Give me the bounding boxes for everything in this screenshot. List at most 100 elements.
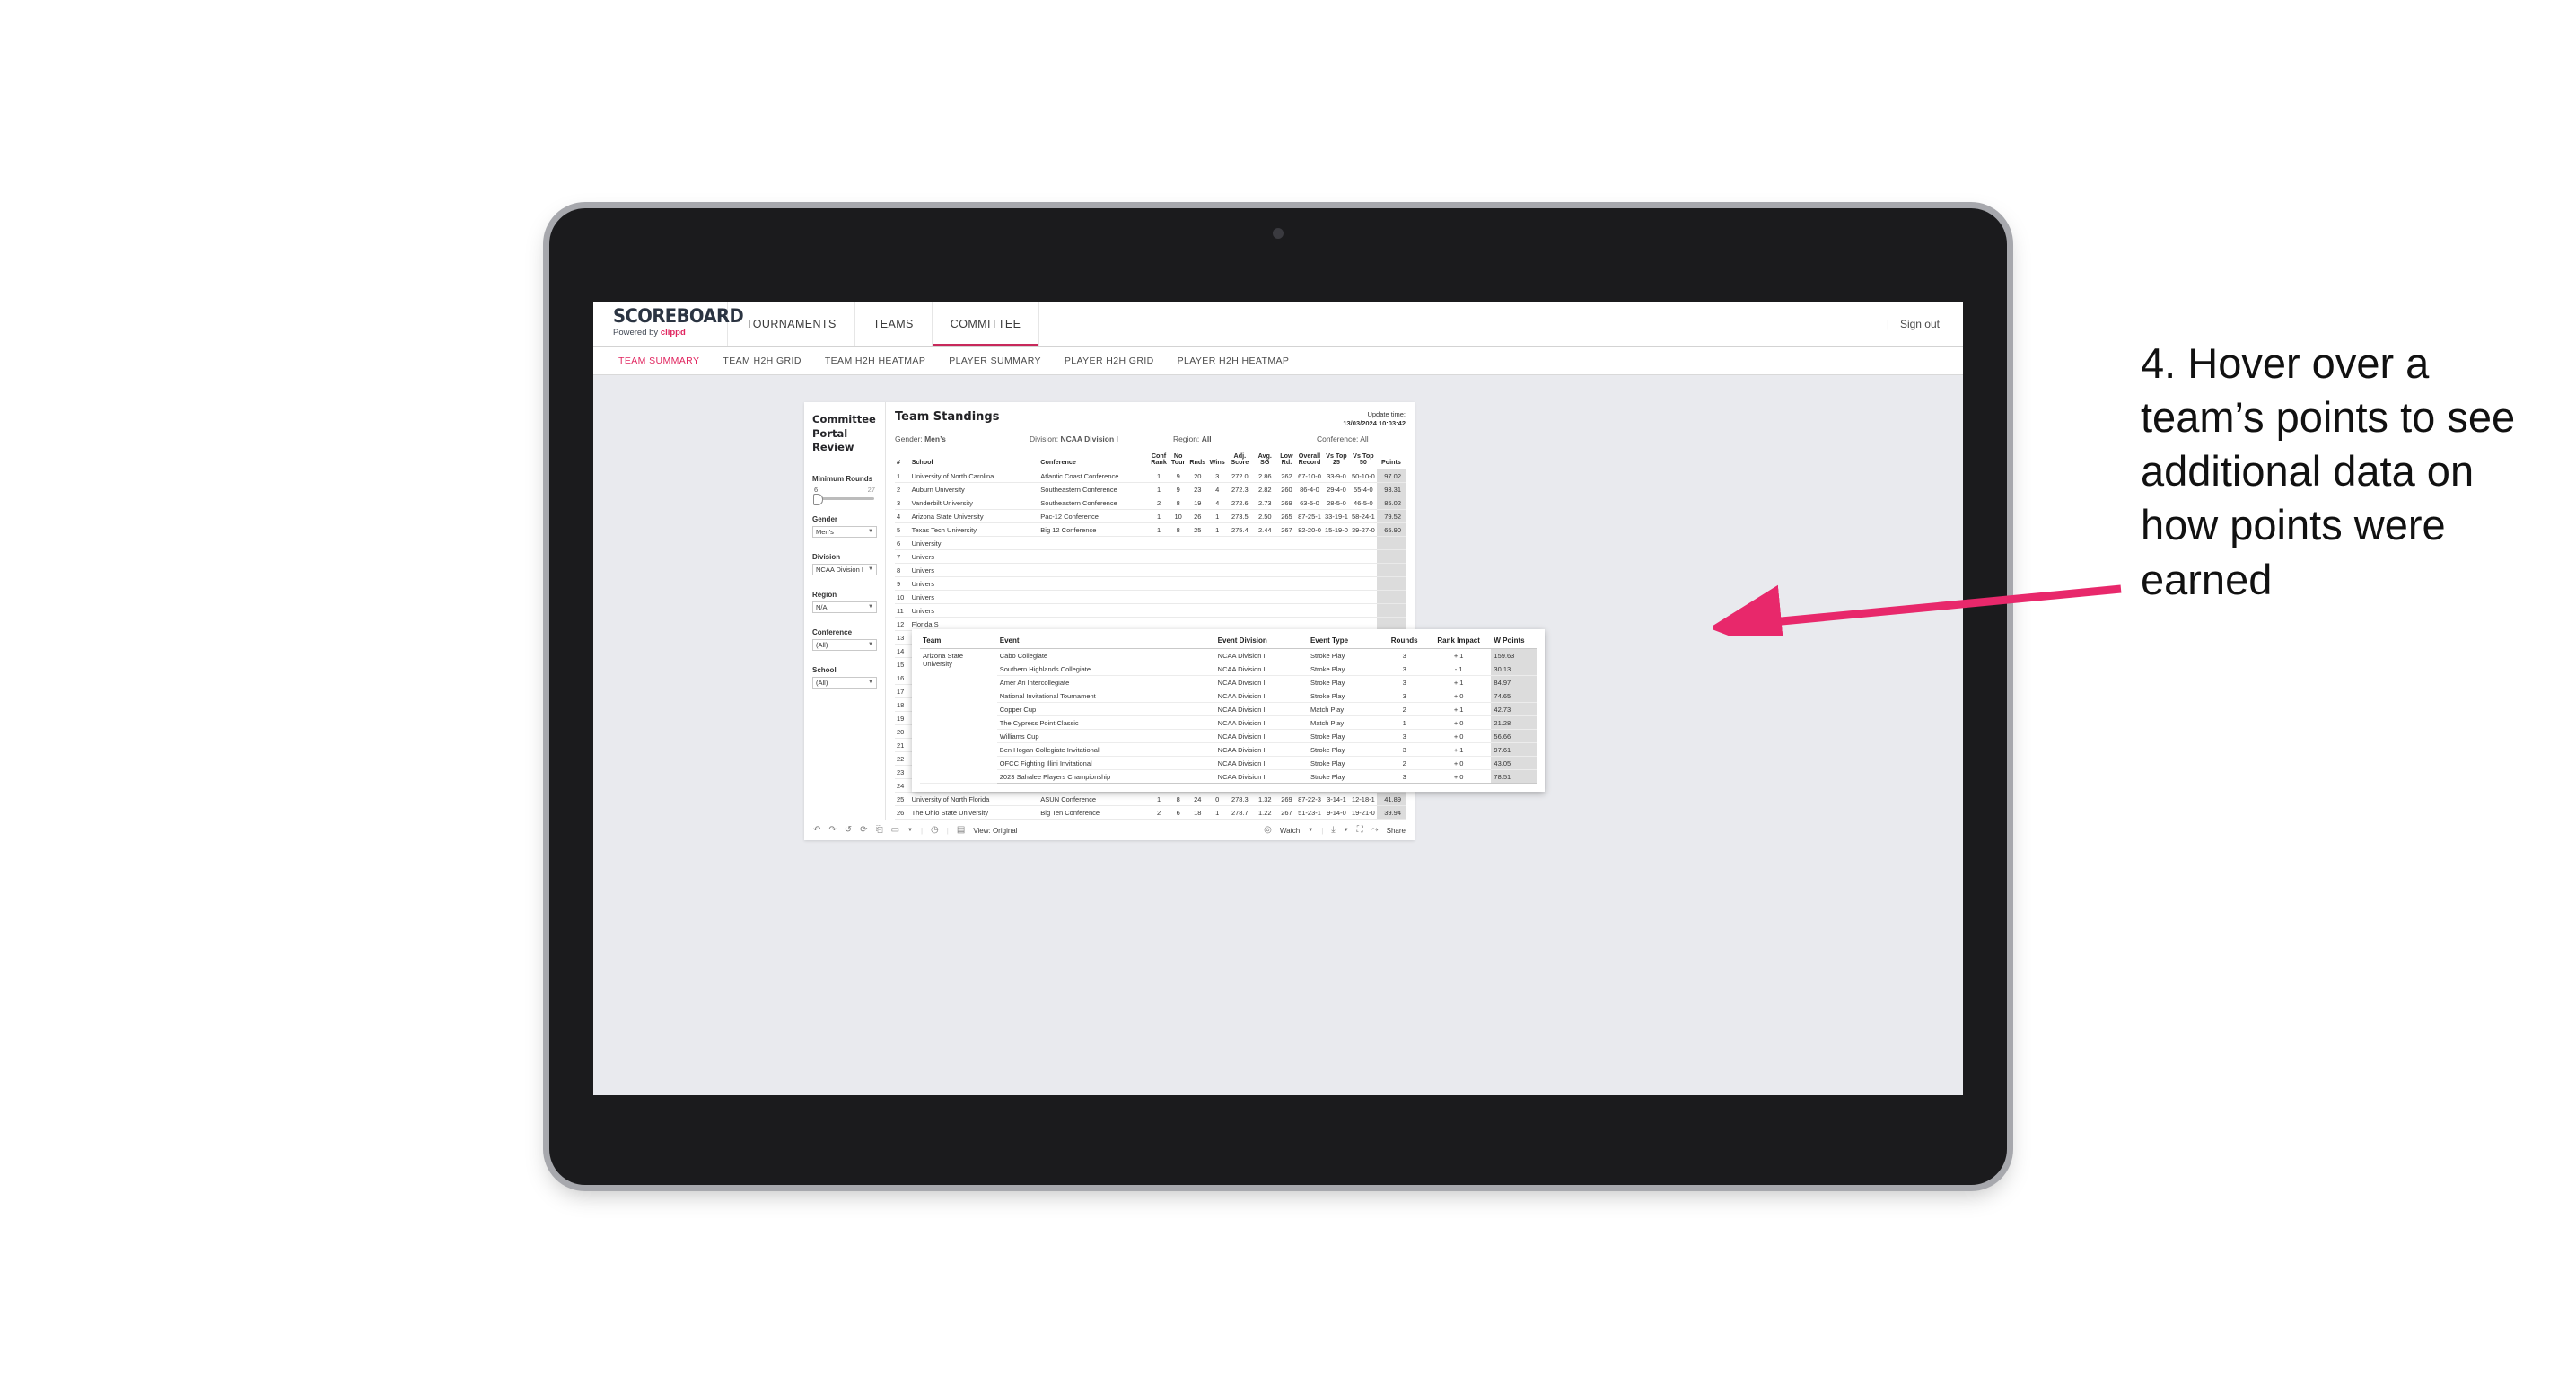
table-row[interactable]: 8 Univers (895, 563, 1406, 578)
pause-icon[interactable]: ⎗ (876, 826, 883, 835)
table-row[interactable]: 11 Univers (895, 603, 1406, 618)
tab-player-h2h-heatmap[interactable]: PLAYER H2H HEATMAP (1178, 355, 1290, 366)
region-select[interactable]: N/A ▼ (812, 601, 877, 613)
view-original-label[interactable]: View: Original (973, 827, 1017, 835)
chevron-down-icon[interactable]: ▼ (1308, 828, 1313, 833)
share-icon[interactable]: ⤳ (1371, 826, 1379, 835)
cell-rank: 12 (895, 617, 910, 632)
col-vs-top-50[interactable]: Vs Top 50 (1349, 451, 1377, 470)
nav-item-tournaments[interactable]: TOURNAMENTS (728, 302, 855, 346)
cell-vs25 (1322, 549, 1350, 565)
table-row[interactable]: 6 University (895, 536, 1406, 551)
tab-team-summary[interactable]: TEAM SUMMARY (618, 355, 699, 366)
revert-icon[interactable]: ↺ (845, 826, 852, 835)
table-row[interactable]: 7 Univers (895, 549, 1406, 565)
table-row[interactable]: 10 Univers (895, 590, 1406, 605)
undo-icon[interactable]: ↶ (813, 826, 820, 835)
table-row[interactable]: 5 Texas Tech University Big 12 Conference 1… (895, 522, 1406, 538)
sign-out-link[interactable]: Sign out (1900, 318, 1940, 330)
col-no-tour[interactable]: No Tour (1168, 451, 1188, 470)
col-conf-rank[interactable]: Conf Rank (1149, 451, 1169, 470)
refresh-icon[interactable]: ⟳ (860, 826, 867, 835)
school-select[interactable]: (All) ▼ (812, 676, 877, 689)
col-rank[interactable]: # (895, 451, 910, 470)
table-row[interactable]: 1 University of North Carolina Atlantic Co… (895, 469, 1406, 484)
tt-cell-w-points: 30.13 (1491, 662, 1537, 676)
cell-conf_rank (1149, 590, 1169, 605)
cell-no_tour (1168, 563, 1188, 578)
cell-conf_rank (1149, 549, 1169, 565)
power-button[interactable] (659, 202, 745, 208)
col-adj-score[interactable]: Adj. Score (1227, 451, 1253, 470)
nav-item-teams[interactable]: TEAMS (855, 302, 933, 346)
cell-points[interactable]: 97.02 (1376, 469, 1406, 484)
slider-handle[interactable] (813, 493, 823, 505)
device-layout-icon[interactable]: ▭ (891, 826, 899, 835)
col-vs-top-25[interactable]: Vs Top 25 (1322, 451, 1350, 470)
tt-cell-event-type: Stroke Play (1307, 675, 1383, 689)
minimum-rounds-slider[interactable] (813, 493, 874, 505)
cell-points[interactable]: 65.90 (1376, 522, 1406, 538)
table-row[interactable]: 2 Auburn University Southeastern Conferenc… (895, 482, 1406, 497)
table-row[interactable]: 26 The Ohio State University Big Ten Confe… (895, 805, 1406, 820)
volume-down-button[interactable] (846, 202, 894, 208)
view-original-icon[interactable]: ▤ (957, 826, 965, 835)
cell-points[interactable] (1376, 590, 1406, 605)
side-button-1[interactable] (543, 567, 549, 627)
gender-select[interactable]: Men’s ▼ (812, 525, 877, 538)
tab-player-summary[interactable]: PLAYER SUMMARY (949, 355, 1041, 366)
cell-points[interactable]: 41.89 (1376, 792, 1406, 807)
cell-points[interactable] (1376, 576, 1406, 592)
cell-rank: 26 (895, 805, 910, 820)
tab-team-h2h-heatmap[interactable]: TEAM H2H HEATMAP (825, 355, 925, 366)
cell-points[interactable]: 79.52 (1376, 509, 1406, 524)
col-conference[interactable]: Conference (1038, 451, 1150, 470)
tab-player-h2h-grid[interactable]: PLAYER H2H GRID (1065, 355, 1154, 366)
side-button-2[interactable] (543, 657, 549, 693)
side-button-3[interactable] (543, 711, 549, 747)
volume-up-button[interactable] (783, 202, 831, 208)
nav-item-committee[interactable]: COMMITTEE (933, 302, 1040, 346)
tt-cell-rank-impact: - 1 (1425, 662, 1492, 676)
conference-select[interactable]: (All) ▼ (812, 638, 877, 651)
cell-conf_rank: 1 (1149, 509, 1169, 524)
update-time: Update time: 13/03/2024 10:03:42 (1343, 410, 1406, 428)
chevron-down-icon[interactable]: ▼ (1344, 828, 1349, 833)
chevron-down-icon[interactable]: ▼ (907, 828, 913, 833)
table-row[interactable]: 25 University of North Florida ASUN Confer… (895, 792, 1406, 807)
col-rnds[interactable]: Rnds (1187, 451, 1208, 470)
cell-points[interactable]: 85.02 (1376, 496, 1406, 511)
col-overall-record[interactable]: Overall Record (1296, 451, 1323, 470)
col-low-rd[interactable]: Low Rd. (1276, 451, 1297, 470)
col-wins[interactable]: Wins (1207, 451, 1228, 470)
share-label[interactable]: Share (1387, 827, 1406, 835)
col-school[interactable]: School (909, 451, 1039, 470)
cell-points[interactable] (1376, 536, 1406, 551)
cell-rank: 1 (895, 469, 910, 484)
col-points[interactable]: Points (1376, 451, 1406, 470)
cell-points[interactable]: 93.31 (1376, 482, 1406, 497)
cell-rank: 11 (895, 603, 910, 618)
cell-points[interactable] (1376, 549, 1406, 565)
watch-icon[interactable]: ◎ (1264, 826, 1272, 835)
division-select[interactable]: NCAA Division I ▼ (812, 563, 877, 575)
tab-team-h2h-grid[interactable]: TEAM H2H GRID (723, 355, 801, 366)
col-avg-sg[interactable]: Avg. SG (1252, 451, 1277, 470)
brand-logo[interactable]: SCOREBOARD Powered by clippd (593, 302, 744, 346)
fullscreen-icon[interactable]: ⛶ (1357, 826, 1363, 835)
chevron-down-icon: ▼ (868, 604, 873, 610)
table-row[interactable]: 3 Vanderbilt University Southeastern Confe… (895, 496, 1406, 511)
redo-icon[interactable]: ↷ (828, 826, 836, 835)
table-row[interactable]: 4 Arizona State University Pac-12 Conferen… (895, 509, 1406, 524)
filter-panel: Committee Portal Review Minimum Rounds 6… (804, 402, 886, 820)
tt-cell-event-division: NCAA Division I (1214, 702, 1308, 716)
cell-points[interactable] (1376, 563, 1406, 578)
clock-icon[interactable]: ◷ (931, 826, 939, 835)
download-icon[interactable]: ⤓ (1331, 826, 1335, 835)
cell-no_tour (1168, 549, 1188, 565)
cell-points[interactable]: 39.94 (1376, 805, 1406, 820)
watch-label[interactable]: Watch (1280, 827, 1300, 835)
cell-points[interactable] (1376, 603, 1406, 618)
cell-no_tour (1168, 603, 1188, 618)
table-row[interactable]: 9 Univers (895, 576, 1406, 592)
